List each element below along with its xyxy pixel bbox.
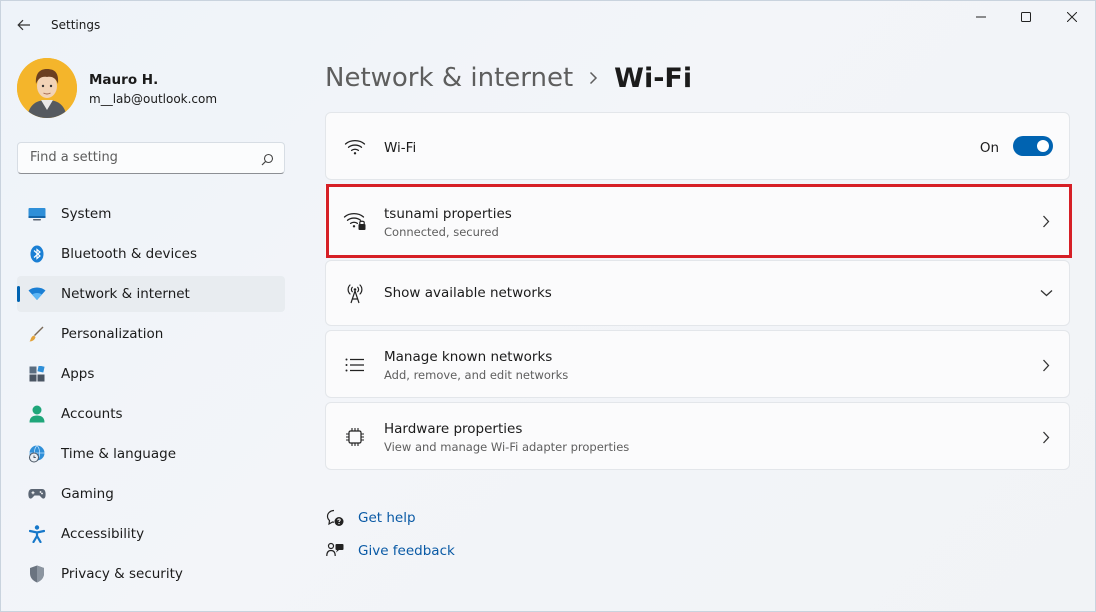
sidebar-item-network[interactable]: Network & internet: [17, 276, 285, 312]
apps-icon: [28, 365, 46, 383]
help-icon: [325, 508, 345, 528]
hardware-properties-card[interactable]: Hardware properties View and manage Wi-F…: [325, 402, 1070, 470]
user-name: Mauro H.: [89, 72, 159, 88]
page-title: Wi-Fi: [614, 62, 693, 94]
sidebar-item-label: Time & language: [61, 446, 177, 462]
search-input[interactable]: [28, 149, 252, 166]
avatar-image: [17, 58, 77, 118]
back-button[interactable]: [10, 12, 38, 38]
sidebar-item-label: Network & internet: [61, 286, 190, 302]
sidebar-item-label: Privacy & security: [61, 566, 183, 582]
globe-clock-icon: [28, 445, 46, 463]
toggle-knob: [1037, 140, 1049, 152]
breadcrumb: Network & internet Wi-Fi: [325, 58, 692, 98]
get-help-link[interactable]: Get help: [325, 507, 416, 529]
sidebar-item-gaming[interactable]: Gaming: [17, 476, 285, 512]
chevron-right-icon: [1039, 214, 1053, 228]
arrow-left-icon: [17, 19, 30, 31]
known-networks-label: Manage known networks: [384, 349, 553, 365]
sidebar-item-label: Bluetooth & devices: [61, 246, 198, 262]
toggle-state-label: On: [979, 140, 999, 156]
available-networks-card[interactable]: Show available networks: [325, 260, 1070, 326]
user-email: m__lab@outlook.com: [89, 92, 218, 106]
sidebar-item-accounts[interactable]: Accounts: [17, 396, 285, 432]
give-feedback-link[interactable]: Give feedback: [325, 540, 455, 562]
sidebar-item-time-language[interactable]: Time & language: [17, 436, 285, 472]
wifi-toggle[interactable]: [1013, 136, 1053, 156]
sidebar-item-label: Accounts: [61, 406, 123, 422]
known-networks-desc: Add, remove, and edit networks: [384, 368, 569, 382]
search-icon[interactable]: [261, 151, 274, 170]
list-icon: [343, 353, 367, 377]
brush-icon: [28, 325, 46, 343]
gamepad-icon: [28, 485, 46, 503]
chevron-right-icon: [1039, 430, 1053, 444]
person-icon: [28, 405, 46, 423]
hardware-properties-desc: View and manage Wi-Fi adapter properties: [384, 440, 630, 454]
maximize-button[interactable]: [1003, 2, 1049, 32]
sidebar-item-label: System: [61, 206, 112, 222]
network-properties-card[interactable]: tsunami properties Connected, secured: [325, 186, 1070, 256]
network-name: tsunami properties: [384, 206, 512, 222]
chevron-right-icon: [589, 71, 598, 85]
sidebar-item-apps[interactable]: Apps: [17, 356, 285, 392]
sidebar-item-label: Gaming: [61, 486, 114, 502]
known-networks-card[interactable]: Manage known networks Add, remove, and e…: [325, 330, 1070, 398]
give-feedback-text[interactable]: Give feedback: [358, 543, 455, 559]
shield-icon: [28, 565, 46, 583]
chevron-down-icon[interactable]: [1039, 286, 1053, 300]
maximize-icon: [1021, 12, 1031, 22]
title-bar: Settings: [0, 0, 1096, 50]
hardware-properties-label: Hardware properties: [384, 421, 523, 437]
bluetooth-icon: [28, 245, 46, 263]
sidebar-item-system[interactable]: System: [17, 196, 285, 232]
system-icon: [28, 205, 46, 223]
chevron-right-icon: [1039, 358, 1053, 372]
wifi-secured-icon: [343, 209, 367, 233]
app-title: Settings: [51, 18, 101, 32]
accessibility-icon: [28, 525, 46, 543]
wifi-icon: [343, 135, 367, 159]
network-status: Connected, secured: [384, 225, 499, 239]
available-networks-label: Show available networks: [384, 285, 552, 301]
search-box[interactable]: [17, 142, 285, 174]
wifi-toggle-card: Wi-Fi On: [325, 112, 1070, 180]
chip-icon: [343, 425, 367, 449]
antenna-icon: [343, 281, 367, 305]
avatar[interactable]: [17, 58, 77, 118]
wifi-label: Wi-Fi: [384, 140, 417, 156]
sidebar-item-bluetooth[interactable]: Bluetooth & devices: [17, 236, 285, 272]
sidebar-item-label: Personalization: [61, 326, 164, 342]
sidebar-item-personalization[interactable]: Personalization: [17, 316, 285, 352]
sidebar-item-accessibility[interactable]: Accessibility: [17, 516, 285, 552]
minimize-button[interactable]: [958, 2, 1004, 32]
feedback-icon: [325, 541, 345, 561]
get-help-text[interactable]: Get help: [358, 510, 416, 526]
sidebar-item-privacy[interactable]: Privacy & security: [17, 556, 285, 592]
sidebar-item-label: Apps: [61, 366, 95, 382]
minimize-icon: [976, 16, 986, 18]
close-icon: [1067, 12, 1077, 22]
wifi-icon: [28, 285, 46, 303]
sidebar-nav: System Bluetooth & devices Network & int…: [17, 196, 285, 596]
sidebar-item-label: Accessibility: [61, 526, 145, 542]
close-button[interactable]: [1049, 2, 1095, 32]
breadcrumb-parent[interactable]: Network & internet: [325, 63, 573, 93]
